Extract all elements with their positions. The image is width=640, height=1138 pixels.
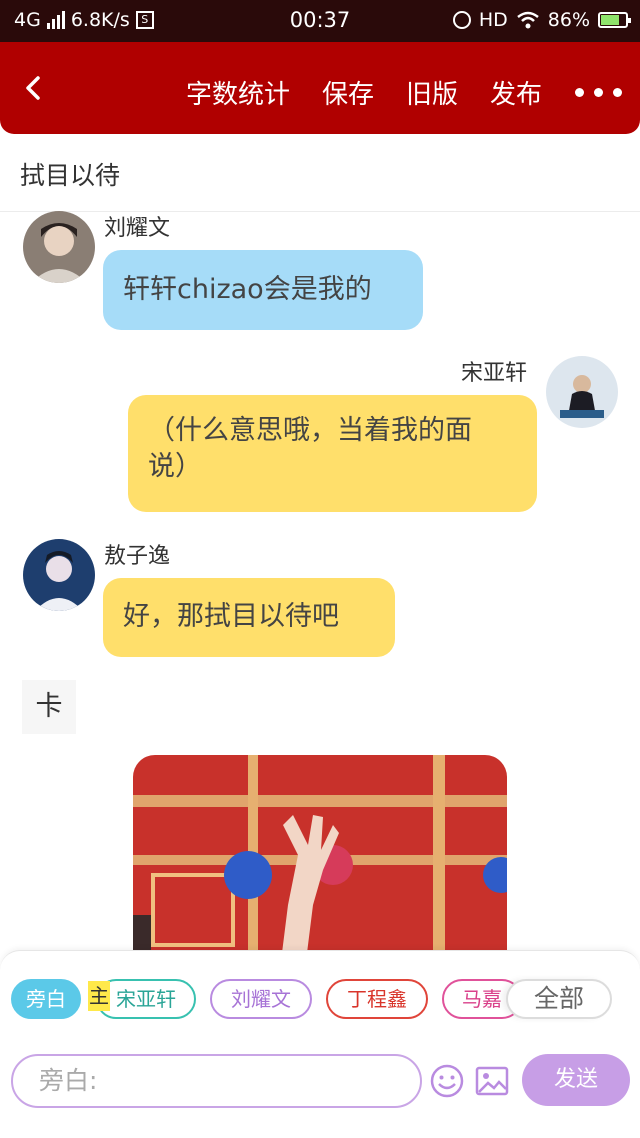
avatar-ao[interactable] (23, 539, 95, 611)
battery-icon (598, 12, 631, 28)
role-chip-liu[interactable]: 刘耀文 (210, 979, 312, 1019)
message-bubble[interactable]: （什么意思哦，当着我的面说） (128, 395, 537, 512)
status-bar: 4G 6.8K/s S 00:37 HD 86% (0, 0, 640, 42)
story-title[interactable]: 拭目以待 (20, 156, 120, 192)
app-header: 字数统计 保存 旧版 发布 (0, 42, 640, 134)
avatar-song[interactable] (546, 356, 618, 428)
battery-percent: 86% (547, 9, 590, 31)
main-role-badge: 主 (88, 981, 110, 1011)
card-label[interactable]: 卡 (22, 680, 76, 734)
role-chip-ding[interactable]: 丁程鑫 (326, 979, 428, 1019)
wifi-icon (516, 11, 539, 29)
send-button[interactable]: 发送 (522, 1054, 630, 1106)
more-icon[interactable] (575, 88, 622, 97)
image-icon[interactable] (474, 1063, 510, 1099)
sender-name: 刘耀文 (104, 216, 171, 241)
word-count-button[interactable]: 字数统计 (186, 74, 290, 111)
save-button[interactable]: 保存 (322, 74, 374, 111)
composer-panel: 旁白 宋亚轩 主 刘耀文 丁程鑫 马嘉 全部 旁白: 发送 (0, 950, 640, 1138)
message-bubble[interactable]: 轩轩chizao会是我的 (103, 250, 423, 330)
message-input[interactable]: 旁白: (11, 1054, 422, 1108)
emoji-icon[interactable] (429, 1063, 465, 1099)
story-title-row: 拭目以待 (0, 134, 640, 212)
hd-label: HD (478, 9, 508, 31)
back-icon[interactable] (18, 72, 50, 104)
publish-button[interactable]: 发布 (490, 74, 542, 111)
avatar-liu[interactable] (23, 211, 95, 283)
role-chip-narration[interactable]: 旁白 (11, 979, 81, 1019)
role-chip-song[interactable]: 宋亚轩 (96, 979, 196, 1019)
role-chip-all[interactable]: 全部 (506, 979, 612, 1019)
message-bubble[interactable]: 好，那拭目以待吧 (103, 578, 395, 657)
sender-name: 宋亚轩 (461, 361, 528, 386)
alarm-icon (452, 11, 471, 29)
sender-name: 敖子逸 (104, 544, 171, 569)
old-version-button[interactable]: 旧版 (406, 74, 458, 111)
